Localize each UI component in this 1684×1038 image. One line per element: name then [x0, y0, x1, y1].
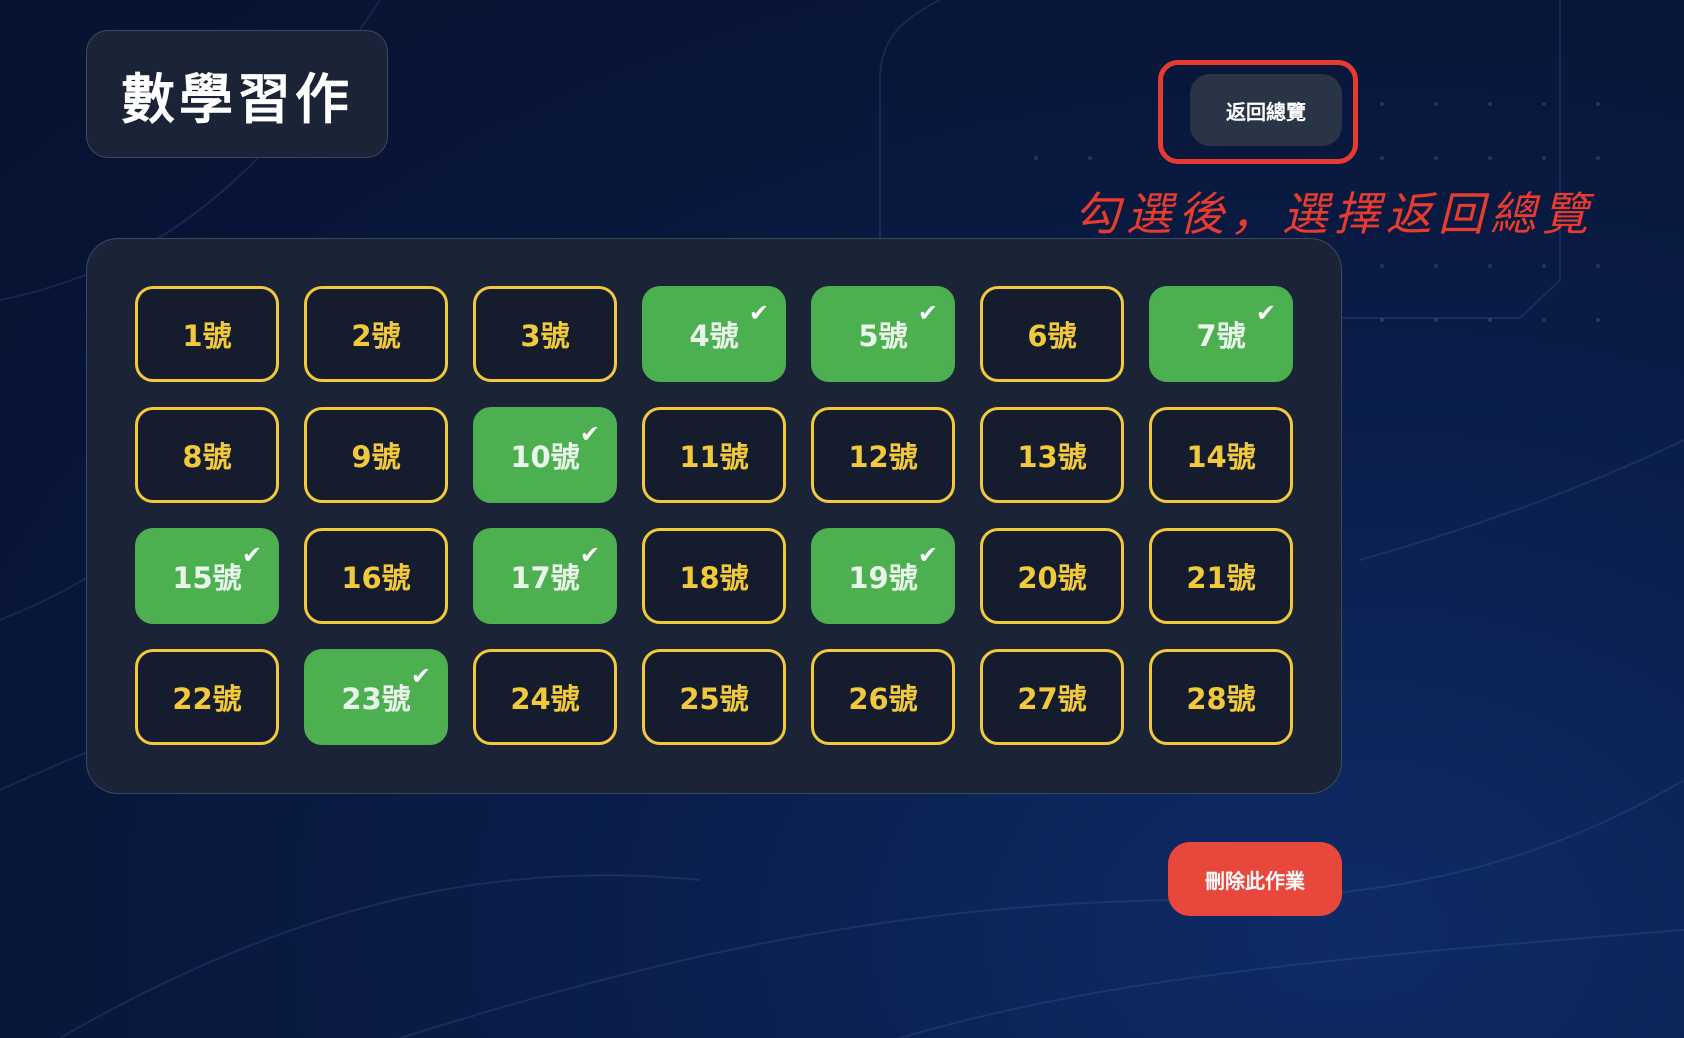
student-button[interactable]: 27號✔ — [980, 649, 1124, 745]
check-icon: ✔ — [579, 541, 600, 569]
student-label: 17號 — [510, 561, 580, 595]
student-button[interactable]: 28號✔ — [1149, 649, 1293, 745]
student-label: 25號 — [679, 682, 749, 716]
student-label: 7號 — [1196, 319, 1246, 353]
page-title: 數學習作 — [121, 67, 353, 131]
instruction-annotation: 勾選後，選擇返回總覽 — [1074, 187, 1594, 241]
student-label: 14號 — [1186, 440, 1256, 474]
student-label: 20號 — [1017, 561, 1087, 595]
student-button[interactable]: 19號 ✔ — [811, 528, 955, 624]
student-button[interactable]: 8號✔ — [135, 407, 279, 503]
student-button[interactable]: 1號✔ — [135, 286, 279, 382]
student-label: 13號 — [1017, 440, 1087, 474]
check-icon: ✔ — [917, 299, 938, 327]
delete-assignment-button[interactable]: 刪除此作業 — [1168, 842, 1342, 916]
student-label: 27號 — [1017, 682, 1087, 716]
student-button[interactable]: 2號✔ — [304, 286, 448, 382]
student-button[interactable]: 21號✔ — [1149, 528, 1293, 624]
student-label: 5號 — [858, 319, 908, 353]
student-button[interactable]: 13號✔ — [980, 407, 1124, 503]
student-button[interactable]: 20號✔ — [980, 528, 1124, 624]
student-button[interactable]: 26號✔ — [811, 649, 955, 745]
student-label: 1號 — [182, 319, 232, 353]
check-icon: ✔ — [410, 662, 431, 690]
student-label: 21號 — [1186, 561, 1256, 595]
student-button[interactable]: 9號✔ — [304, 407, 448, 503]
student-label: 28號 — [1186, 682, 1256, 716]
student-button[interactable]: 15號 ✔ — [135, 528, 279, 624]
student-button[interactable]: 23號 ✔ — [304, 649, 448, 745]
check-icon: ✔ — [748, 299, 769, 327]
student-button[interactable]: 10號 ✔ — [473, 407, 617, 503]
student-button[interactable]: 24號✔ — [473, 649, 617, 745]
student-button[interactable]: 14號✔ — [1149, 407, 1293, 503]
check-icon: ✔ — [579, 420, 600, 448]
student-button[interactable]: 16號✔ — [304, 528, 448, 624]
student-label: 3號 — [520, 319, 570, 353]
student-label: 26號 — [848, 682, 918, 716]
student-label: 9號 — [351, 440, 401, 474]
student-button[interactable]: 5號 ✔ — [811, 286, 955, 382]
student-label: 11號 — [679, 440, 749, 474]
student-label: 18號 — [679, 561, 749, 595]
student-grid: 1號✔ 2號✔ 3號✔ 4號✔ 5號✔ 6號✔ 7號✔ 8號✔ 9號✔ 10號✔… — [135, 286, 1293, 745]
back-to-overview-button[interactable]: 返回總覽 — [1190, 74, 1342, 146]
student-label: 24號 — [510, 682, 580, 716]
student-label: 2號 — [351, 319, 401, 353]
student-button[interactable]: 11號✔ — [642, 407, 786, 503]
student-label: 22號 — [172, 682, 242, 716]
student-label: 12號 — [848, 440, 918, 474]
student-button[interactable]: 17號 ✔ — [473, 528, 617, 624]
student-button[interactable]: 7號 ✔ — [1149, 286, 1293, 382]
student-label: 6號 — [1027, 319, 1077, 353]
check-icon: ✔ — [1255, 299, 1276, 327]
student-label: 19號 — [848, 561, 918, 595]
student-label: 8號 — [182, 440, 232, 474]
student-grid-panel: 1號✔ 2號✔ 3號✔ 4號✔ 5號✔ 6號✔ 7號✔ 8號✔ 9號✔ 10號✔… — [86, 238, 1342, 794]
student-label: 15號 — [172, 561, 242, 595]
student-button[interactable]: 4號 ✔ — [642, 286, 786, 382]
title-card: 數學習作 — [86, 30, 388, 158]
student-button[interactable]: 6號✔ — [980, 286, 1124, 382]
student-button[interactable]: 25號✔ — [642, 649, 786, 745]
student-label: 23號 — [341, 682, 411, 716]
student-label: 16號 — [341, 561, 411, 595]
check-icon: ✔ — [917, 541, 938, 569]
student-label: 10號 — [510, 440, 580, 474]
student-button[interactable]: 22號✔ — [135, 649, 279, 745]
student-button[interactable]: 3號✔ — [473, 286, 617, 382]
student-button[interactable]: 12號✔ — [811, 407, 955, 503]
student-label: 4號 — [689, 319, 739, 353]
check-icon: ✔ — [241, 541, 262, 569]
student-button[interactable]: 18號✔ — [642, 528, 786, 624]
